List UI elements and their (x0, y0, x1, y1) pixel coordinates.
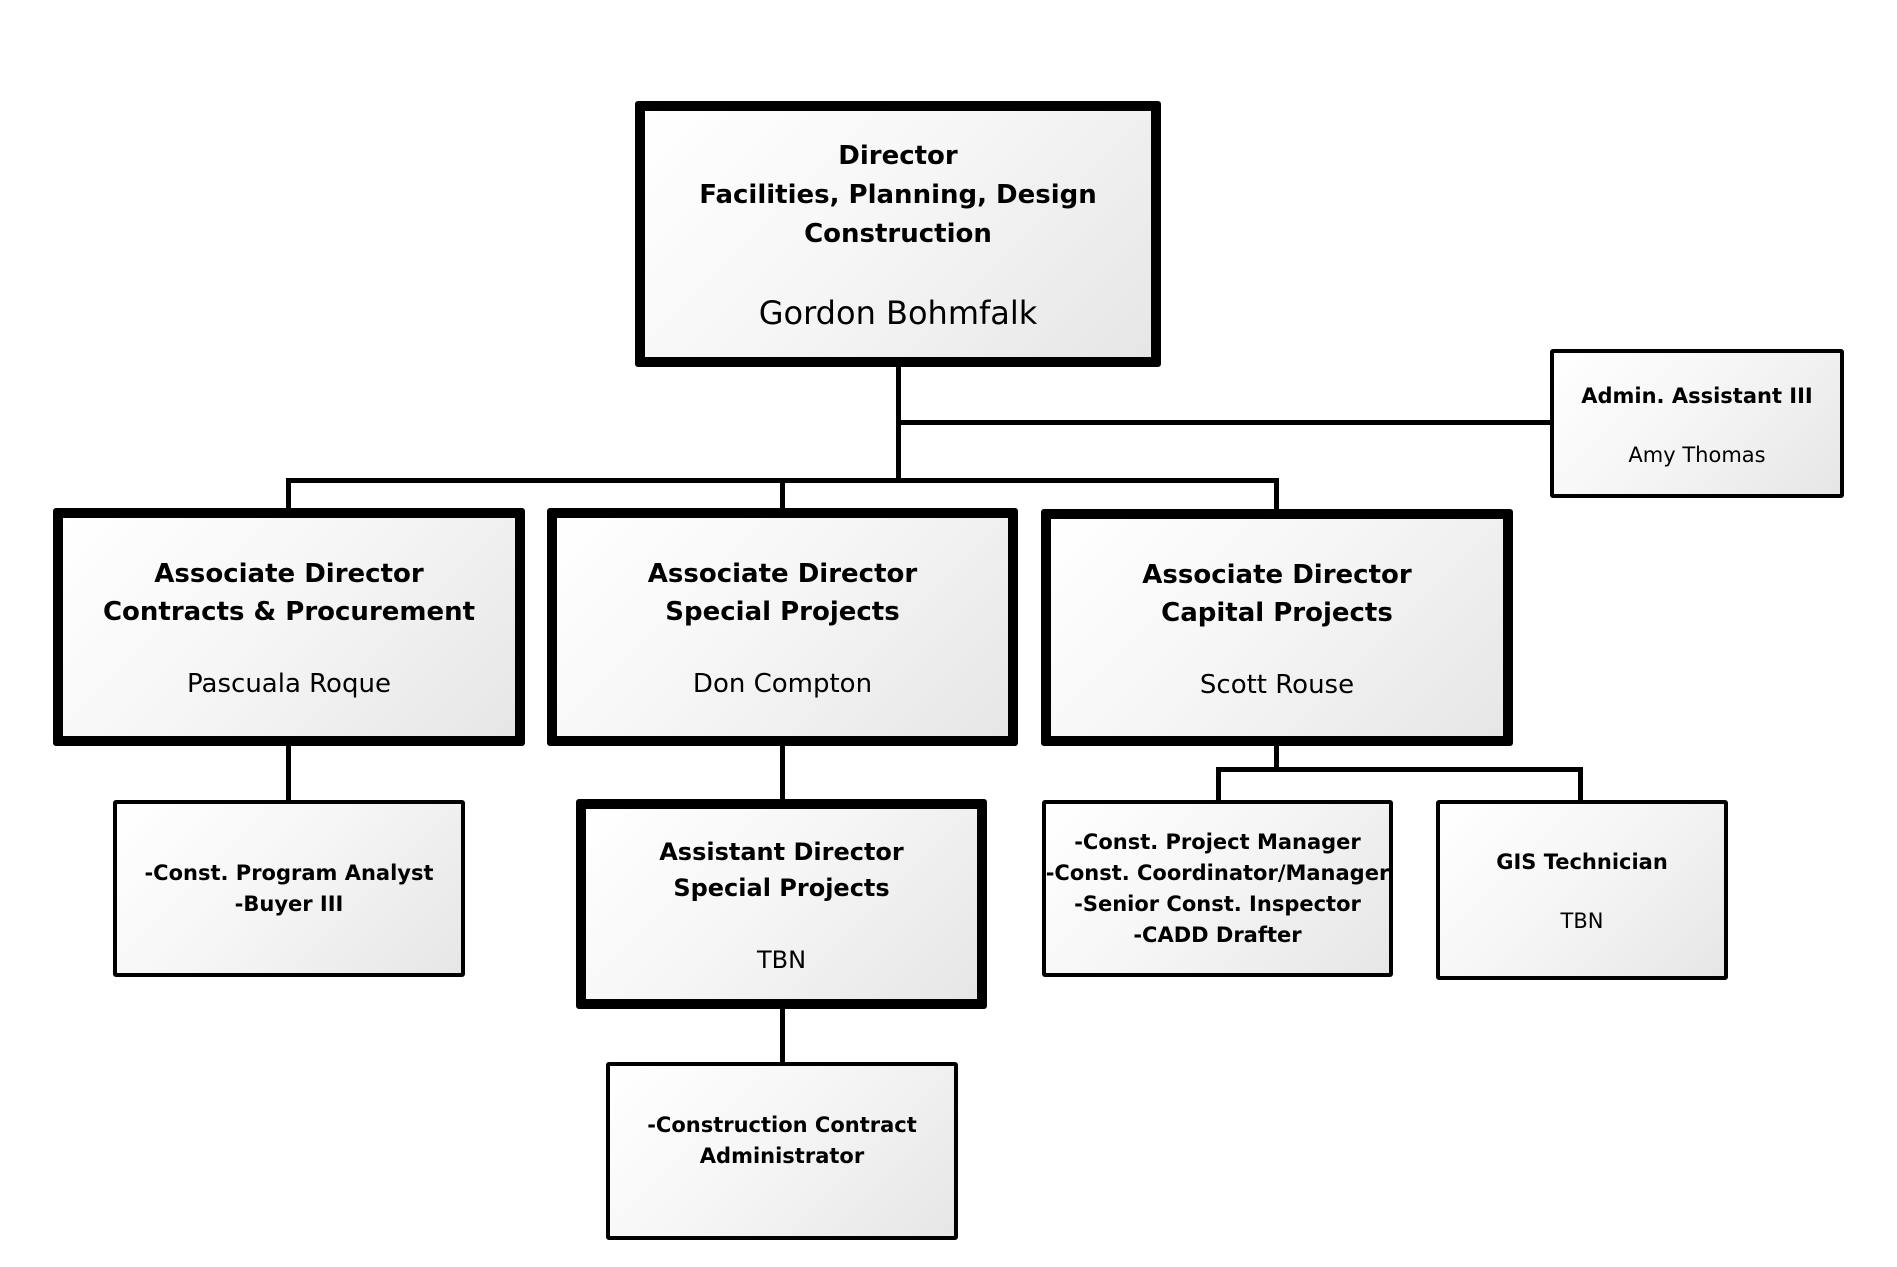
staff-position: -Senior Const. Inspector (1074, 891, 1361, 916)
assistant-director-name: TBN (756, 946, 807, 974)
staff-position: -Const. Coordinator/Manager (1045, 860, 1390, 885)
contract-administrator-box[interactable]: -Construction Contract Administrator (606, 1062, 958, 1240)
staff-position: -Const. Program Analyst (144, 860, 434, 885)
connector-capital-staff-drop (1216, 767, 1221, 802)
connector-capital-stem (1274, 743, 1279, 769)
associate-director-title-line: Contracts & Procurement (102, 597, 476, 627)
director-title-line: Construction (804, 218, 992, 249)
admin-assistant-name: Amy Thomas (1628, 442, 1766, 467)
connector-contract-admin (780, 1006, 785, 1064)
gis-technician-box[interactable]: GIS Technician TBN (1436, 800, 1728, 980)
associate-director-title-line: Associate Director (1142, 559, 1412, 590)
assistant-director-title-line: Assistant Director (659, 838, 904, 866)
assistant-director-box[interactable]: Assistant Director Special Projects TBN (576, 799, 987, 1009)
gis-technician-name: TBN (1560, 909, 1604, 933)
connector-assoc-3-drop (1274, 478, 1279, 512)
associate-director-name: Don Compton (692, 669, 873, 699)
staff-position: -Buyer III (234, 891, 344, 916)
associate-director-name: Scott Rouse (1199, 669, 1355, 700)
connector-gis-drop (1578, 767, 1583, 802)
staff-position: -Construction Contract (647, 1113, 917, 1137)
director-name: Gordon Bohmfalk (758, 293, 1038, 332)
contracts-staff-box[interactable]: -Const. Program Analyst -Buyer III (113, 800, 465, 977)
associate-director-title-line: Capital Projects (1161, 597, 1393, 628)
associate-director-title-line: Special Projects (665, 597, 900, 627)
connector-assoc-1-drop (286, 478, 291, 512)
associate-director-title-line: Associate Director (647, 559, 918, 589)
connector-capital-bus (1216, 767, 1583, 772)
staff-position: -Const. Project Manager (1074, 829, 1361, 854)
admin-assistant-box[interactable]: Admin. Assistant III Amy Thomas (1550, 349, 1844, 498)
contracts-staff-list: -Const. Program Analyst -Buyer III (144, 858, 433, 920)
staff-position: Administrator (699, 1144, 865, 1168)
contract-administrator-list: -Construction Contract Administrator (647, 1110, 917, 1172)
director-title: Director Facilities, Planning, Design Co… (699, 137, 1097, 254)
connector-assistant-director (780, 743, 785, 801)
associate-director-capital-projects-box[interactable]: Associate Director Capital Projects Scot… (1041, 509, 1513, 746)
connector-assoc-2-drop (780, 478, 785, 512)
connector-contracts-staff (286, 743, 291, 802)
associate-director-special-projects-box[interactable]: Associate Director Special Projects Don … (547, 508, 1018, 746)
director-box[interactable]: Director Facilities, Planning, Design Co… (635, 101, 1161, 367)
associate-director-title: Associate Director Contracts & Procureme… (103, 555, 475, 631)
staff-position: -CADD Drafter (1133, 922, 1302, 947)
capital-projects-staff-list: -Const. Project Manager -Const. Coordina… (1046, 827, 1390, 951)
director-title-line: Facilities, Planning, Design (699, 179, 1097, 210)
associate-director-title-line: Associate Director (154, 559, 424, 589)
admin-assistant-title: Admin. Assistant III (1581, 383, 1813, 408)
assistant-director-title-line: Special Projects (673, 874, 890, 902)
assistant-director-title: Assistant Director Special Projects (659, 834, 904, 906)
associate-director-contracts-box[interactable]: Associate Director Contracts & Procureme… (53, 508, 525, 746)
director-title-line: Director (838, 140, 958, 171)
associate-director-name: Pascuala Roque (187, 669, 391, 699)
associate-director-title: Associate Director Capital Projects (1142, 556, 1411, 632)
associate-director-title: Associate Director Special Projects (648, 555, 917, 631)
connector-admin-branch (896, 420, 1552, 425)
gis-technician-title: GIS Technician (1496, 850, 1668, 874)
capital-projects-staff-box[interactable]: -Const. Project Manager -Const. Coordina… (1042, 800, 1393, 977)
